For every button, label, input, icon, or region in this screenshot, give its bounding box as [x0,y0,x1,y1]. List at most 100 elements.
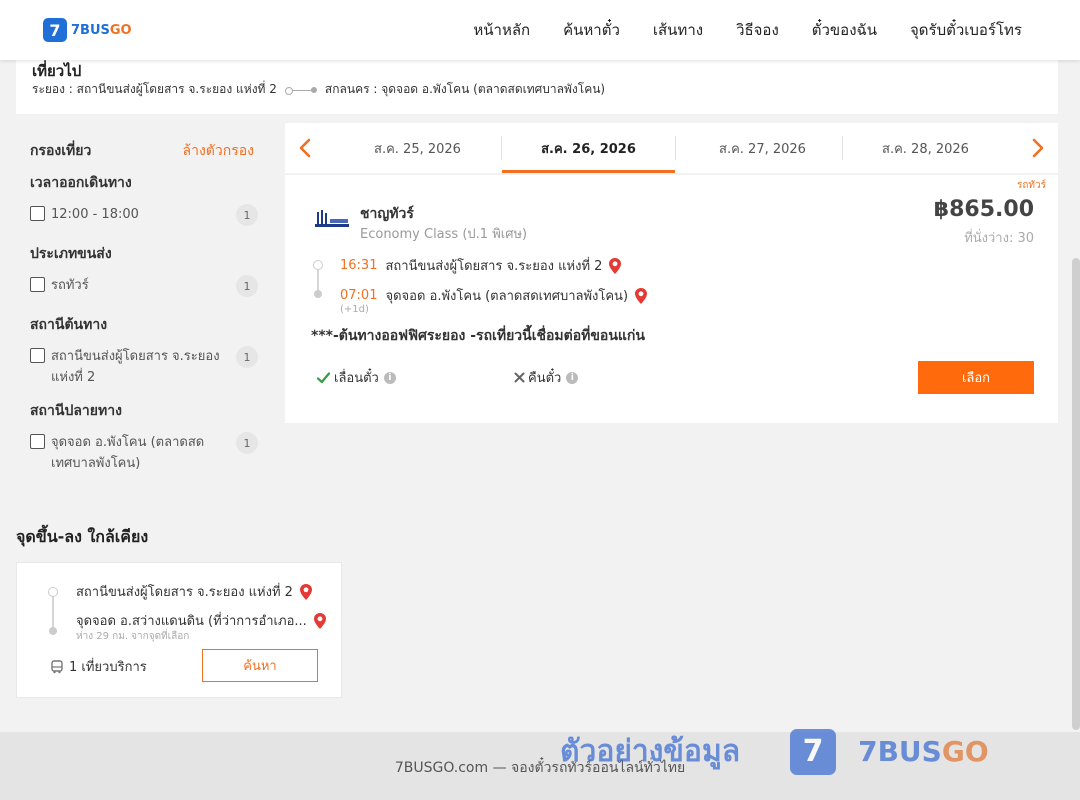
nearby-stop-name: จุดจอด อ.สว่างแดนดิน (ที่ว่าการอำเภอ... [76,614,307,629]
map-pin-icon[interactable] [299,583,313,601]
timeline-start-dot [313,260,323,270]
nearby-stops-card: สถานีขนส่งผู้โดยสาร จ.ระยอง แห่งที่ 2 จุ… [16,562,342,698]
seat-class: Economy Class (ป.1 พิเศษ) [360,227,528,242]
filter-group-departure-time: เวลาออกเดินทาง 12:00 - 18:00 1 [30,172,258,226]
logo-text: 7BUSGO [71,22,132,38]
date-selector: ส.ค. 25, 2026 ส.ค. 26, 2026 ส.ค. 27, 202… [285,123,1058,173]
route-timeline [52,593,54,631]
arrival-stop: 07:01 จุดจอด อ.พังโคน (ตลาดสดเทศบาลพังโค… [340,285,648,306]
trip-count-label: 1 เที่ยวบริการ [69,660,147,675]
nav-my-tickets[interactable]: ตั๋วของฉัน [812,18,877,42]
cross-icon [514,372,525,383]
timeline-start-dot [48,587,58,597]
filter-group-title: ประเภทขนส่ง [30,246,112,262]
filter-option-label: 12:00 - 18:00 [51,207,139,222]
info-icon[interactable]: i [566,371,579,384]
trip-result-card: รถทัวร์ ชาญทัวร์ Economy Class (ป.1 พิเศ… [285,175,1058,423]
reschedule-label: เลื่อนตั๋ว [334,371,379,386]
filter-count-badge: 1 [236,346,258,368]
trip-summary: เที่ยวไป ระยอง : สถานีขนส่งผู้โดยสาร จ.ร… [16,58,1058,114]
operator-logo [315,210,349,227]
sample-data-watermark: ตัวอย่างข้อมูล 7 7BUSGO [560,728,989,775]
checkbox[interactable] [30,277,45,292]
filter-option[interactable]: สถานีขนส่งผู้โดยสาร จ.ระยอง แห่งที่ 2 1 [30,346,258,388]
departure-station: สถานีขนส่งผู้โดยสาร จ.ระยอง แห่งที่ 2 [385,259,603,274]
clear-filters-link[interactable]: ล้างตัวกรอง [183,140,254,162]
page-scrollbar[interactable] [1072,258,1080,730]
trip-origin: ระยอง : สถานีขนส่งผู้โดยสาร จ.ระยอง แห่ง… [32,82,277,96]
nav-search-tickets[interactable]: ค้นหาตั๋ว [563,18,620,42]
logo-mark: 7 [43,18,67,42]
nearby-stop-name: สถานีขนส่งผู้โดยสาร จ.ระยอง แห่งที่ 2 [76,585,293,600]
trip-note: ***-ต้นทางออฟฟิศระยอง -รถเที่ยวนี้เชื่อม… [311,328,645,344]
vehicle-type-tag: รถทัวร์ [1016,180,1046,191]
nearby-stop-origin: สถานีขนส่งผู้โดยสาร จ.ระยอง แห่งที่ 2 [76,581,313,602]
nearby-search-button[interactable]: ค้นหา [202,649,318,682]
filter-panel: กรองเที่ยว ล้างตัวกรอง เวลาออกเดินทาง 12… [16,124,270,496]
filter-group-title: เวลาออกเดินทาง [30,175,132,191]
filter-option-label: จุดจอด อ.พังโคน (ตลาดสดเทศบาลพังโคน) [51,435,205,471]
next-date-button[interactable] [1023,133,1053,163]
info-icon[interactable]: i [383,371,396,384]
logo[interactable]: 7 7BUSGO [43,18,132,42]
route-arrow-icon [284,86,317,95]
nav-routes[interactable]: เส้นทาง [653,18,703,42]
filter-group-transport-type: ประเภทขนส่ง รถทัวร์ 1 [30,243,258,297]
nav-how-to-book[interactable]: วิธีจอง [736,18,779,42]
filter-count-badge: 1 [236,432,258,454]
date-tab[interactable]: ส.ค. 27, 2026 [676,123,849,173]
watermark-text: ตัวอย่างข้อมูล [560,734,741,769]
chevron-right-icon [1032,138,1044,158]
checkbox[interactable] [30,348,45,363]
nav-home[interactable]: หน้าหลัก [473,18,530,42]
map-pin-icon[interactable] [608,257,622,275]
refund-label: คืนตั๋ว [528,371,562,386]
bus-icon [51,659,63,673]
timeline-end-dot [49,627,57,635]
arrival-station: จุดจอด อ.พังโคน (ตลาดสดเทศบาลพังโคน) [385,289,629,304]
filter-group-origin-station: สถานีต้นทาง สถานีขนส่งผู้โดยสาร จ.ระยอง … [30,314,258,388]
nearby-distance: ห่าง 29 กม. จากจุดที่เลือก [76,631,190,642]
filter-group-title: สถานีต้นทาง [30,317,108,333]
filter-option[interactable]: 12:00 - 18:00 1 [30,204,258,226]
filter-option[interactable]: รถทัวร์ 1 [30,275,258,297]
filter-group-destination-station: สถานีปลายทาง จุดจอด อ.พังโคน (ตลาดสดเทศบ… [30,400,258,474]
watermark-brand: 7BUSGO [858,735,989,768]
checkbox[interactable] [30,206,45,221]
prev-date-button[interactable] [290,133,320,163]
refund-policy[interactable]: คืนตั๋ว i [514,367,579,388]
nearby-stop-destination: จุดจอด อ.สว่างแดนดิน (ที่ว่าการอำเภอ... [76,610,327,631]
nearby-stops-title: จุดขึ้น-ลง ใกล้เคียง [16,527,149,546]
filter-option-label: สถานีขนส่งผู้โดยสาร จ.ระยอง แห่งที่ 2 [51,349,220,385]
check-icon [317,371,330,383]
date-tab[interactable]: ส.ค. 28, 2026 [839,123,1012,173]
trip-destination: สกลนคร : จุดจอด อ.พังโคน (ตลาดสดเทศบาลพั… [324,82,606,96]
departure-time: 16:31 [340,258,378,273]
filter-option[interactable]: จุดจอด อ.พังโคน (ตลาดสดเทศบาลพังโคน) 1 [30,432,258,474]
departure-stop: 16:31 สถานีขนส่งผู้โดยสาร จ.ระยอง แห่งที… [340,255,622,276]
filter-title: กรองเที่ยว [30,143,92,159]
date-tab[interactable]: ส.ค. 25, 2026 [331,123,504,173]
nav-ticket-pickup[interactable]: จุดรับตั๋วเบอร์โทร [910,18,1022,42]
trip-route: ระยอง : สถานีขนส่งผู้โดยสาร จ.ระยอง แห่ง… [32,80,605,99]
filter-group-title: สถานีปลายทาง [30,403,122,419]
header: 7 7BUSGO หน้าหลัก ค้นหาตั๋ว เส้นทาง วิธี… [0,0,1080,60]
date-tab-active[interactable]: ส.ค. 26, 2026 [502,123,675,173]
checkbox[interactable] [30,434,45,449]
main-nav: หน้าหลัก ค้นหาตั๋ว เส้นทาง วิธีจอง ตั๋วข… [440,0,1022,60]
filter-option-label: รถทัวร์ [51,278,89,293]
arrival-time: 07:01 [340,288,378,303]
seats-available: ที่นั่งว่าง: 30 [964,231,1034,246]
timeline-end-dot [314,290,322,298]
map-pin-icon[interactable] [634,287,648,305]
reschedule-policy[interactable]: เลื่อนตั๋ว i [317,367,396,388]
ticket-price: ฿865.00 [933,197,1034,222]
operator-name: ชาญทัวร์ [360,206,414,222]
nearby-trip-count: 1 เที่ยวบริการ [50,656,147,677]
map-pin-icon[interactable] [313,612,327,630]
filter-count-badge: 1 [236,275,258,297]
watermark-logo-mark: 7 [790,728,837,775]
chevron-left-icon [299,138,311,158]
next-day-indicator: (+1d) [340,304,369,315]
select-trip-button[interactable]: เลือก [918,361,1034,394]
